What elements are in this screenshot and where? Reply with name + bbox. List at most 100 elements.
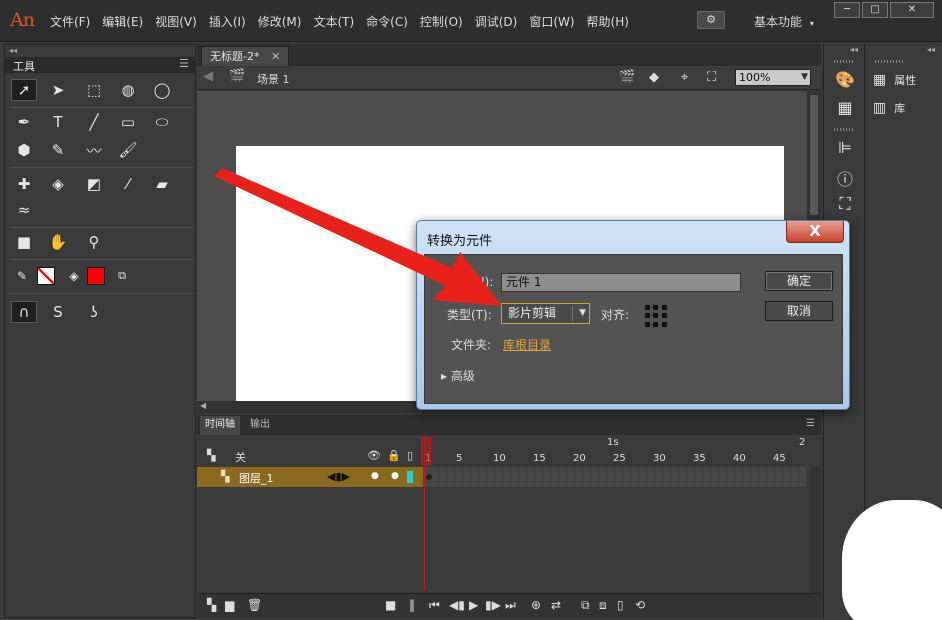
eyedropper-tool-icon[interactable]: ⁄ <box>115 173 141 195</box>
registration-point[interactable] <box>661 313 667 319</box>
registration-point[interactable] <box>645 313 650 319</box>
free-transform-tool-icon[interactable]: ⬚ <box>81 79 107 101</box>
collapse-icon[interactable]: ◂◂ <box>850 45 858 54</box>
keyframe-nav-icon[interactable]: ◀▮▶ <box>327 470 350 483</box>
stroke-color-icon[interactable]: ✎ <box>9 265 35 287</box>
lock-dot[interactable]: ● <box>391 471 399 481</box>
registration-point[interactable] <box>653 321 659 327</box>
go-first-frame-icon[interactable]: ⏮ <box>429 598 440 613</box>
dialog-close-button[interactable]: X <box>786 221 844 243</box>
lasso-tool-icon[interactable]: ◯ <box>149 79 175 101</box>
ink-bottle-tool-icon[interactable]: ◩ <box>81 173 107 195</box>
center-frame-icon[interactable]: ⊕ <box>531 598 541 612</box>
pen-tool-icon[interactable]: ✒ <box>11 111 37 133</box>
swatches-icon[interactable]: ▦ <box>835 98 855 117</box>
modify-markers-icon[interactable]: ⟲ <box>635 598 645 612</box>
swap-colors-icon[interactable]: ⧉ <box>109 265 135 287</box>
menu-text[interactable]: 文本(T) <box>307 13 360 30</box>
registration-point[interactable] <box>653 305 659 310</box>
align-icon[interactable]: ⊫ <box>835 138 855 157</box>
stroke-color-swatch[interactable] <box>37 267 55 285</box>
close-window-button[interactable]: ✕ <box>890 2 934 18</box>
onion-marker-icon[interactable]: ‖ <box>409 598 415 612</box>
panel-grip[interactable] <box>834 60 854 63</box>
scrollbar-thumb[interactable] <box>810 95 818 215</box>
symbol-type-select[interactable]: 影片剪辑 ▼ <box>501 303 590 324</box>
frame-ruler[interactable]: 1s 2 1 5 10 15 20 25 30 35 40 45 <box>423 435 807 467</box>
ok-button[interactable]: 确定 <box>765 271 833 291</box>
menu-help[interactable]: 帮助(H) <box>581 13 635 30</box>
zoom-select[interactable]: 100% ▼ <box>735 69 811 86</box>
onion-skin-icon[interactable]: ⧉ <box>581 598 590 613</box>
3d-rotation-tool-icon[interactable]: ◍ <box>115 79 141 101</box>
onion-outline-icon[interactable]: ⧈ <box>599 598 607 613</box>
panel-menu-icon[interactable]: ☰ <box>179 57 189 70</box>
close-icon[interactable]: ✕ <box>271 50 280 63</box>
go-last-frame-icon[interactable]: ⏭ <box>505 598 516 613</box>
selection-tool-icon[interactable]: ➚ <box>11 79 37 101</box>
folder-link[interactable]: 库根目录 <box>503 336 551 353</box>
cancel-button[interactable]: 取消 <box>765 301 833 321</box>
color-palette-icon[interactable]: 🎨 <box>835 70 855 89</box>
fill-color-swatch[interactable] <box>87 267 105 285</box>
symbol-name-input[interactable]: 元件 1 <box>501 273 741 292</box>
registration-point[interactable] <box>661 321 667 327</box>
fill-color-icon[interactable]: ◈ <box>61 265 87 287</box>
eraser-tool-icon[interactable]: ▰ <box>149 173 175 195</box>
menu-modify[interactable]: 修改(M) <box>252 13 308 30</box>
edit-symbols-icon[interactable]: ◆ <box>649 70 659 85</box>
bone-tool-icon[interactable]: ✚ <box>11 173 37 195</box>
menu-file[interactable]: 文件(F) <box>44 13 96 30</box>
camera-tool-icon[interactable]: ■ <box>11 231 37 253</box>
menu-window[interactable]: 窗口(W) <box>523 13 580 30</box>
document-tab[interactable]: 无标题-2* ✕ <box>201 46 290 66</box>
panel-grip[interactable] <box>834 128 854 131</box>
menu-debug[interactable]: 调试(D) <box>469 13 524 30</box>
hand-tool-icon[interactable]: ✋ <box>45 231 71 253</box>
menu-control[interactable]: 控制(O) <box>414 13 469 30</box>
subselection-tool-icon[interactable]: ➤ <box>45 79 71 101</box>
transform-icon[interactable]: ⛶ <box>835 194 855 214</box>
panel-menu-icon[interactable]: ☰ <box>806 418 815 429</box>
oval-tool-icon[interactable]: ⬭ <box>149 111 175 133</box>
paint-brush-tool-icon[interactable]: 🖌 <box>115 139 141 161</box>
straighten-icon[interactable]: ʖ <box>81 301 107 323</box>
zoom-tool-icon[interactable]: ⚲ <box>81 231 107 253</box>
panel-grip[interactable] <box>875 60 905 63</box>
smooth-icon[interactable]: S <box>45 301 71 323</box>
delete-icon[interactable]: 🗑 <box>247 598 262 612</box>
back-arrow-icon[interactable]: ◀ <box>203 69 213 84</box>
width-tool-icon[interactable]: ≈ <box>11 199 37 221</box>
menu-commands[interactable]: 命令(C) <box>360 13 414 30</box>
snap-to-objects-icon[interactable]: ∩ <box>11 301 37 323</box>
collapse-icon[interactable]: ◂◂ <box>9 46 17 55</box>
registration-point[interactable] <box>645 321 650 327</box>
text-tool-icon[interactable]: T <box>45 111 71 133</box>
outline-icon[interactable]: ▯ <box>407 449 413 462</box>
line-tool-icon[interactable]: ╱ <box>81 111 107 133</box>
menu-edit[interactable]: 编辑(E) <box>96 13 149 30</box>
step-back-icon[interactable]: ◀▮ <box>449 598 465 612</box>
visibility-dot[interactable]: ● <box>371 471 379 481</box>
maximize-button[interactable]: □ <box>862 2 888 18</box>
loop-icon[interactable]: ⇄ <box>551 598 561 612</box>
minimize-button[interactable]: ─ <box>834 2 860 18</box>
eye-icon[interactable]: 👁 <box>367 449 381 462</box>
menu-insert[interactable]: 插入(I) <box>203 13 252 30</box>
clip-content-icon[interactable]: ⛶ <box>707 70 716 85</box>
workspace-switcher[interactable]: 基本功能 ▾ <box>754 13 814 30</box>
info-icon[interactable]: ⓘ <box>835 166 855 190</box>
play-icon[interactable]: ▶ <box>469 598 478 612</box>
new-folder-icon[interactable]: ▆ <box>225 598 234 612</box>
layer-row[interactable]: ▚ 图层_1 ◀▮▶ ● ● <box>197 467 423 487</box>
registration-grid[interactable] <box>645 305 667 327</box>
edit-multiple-frames-icon[interactable]: ▯ <box>617 598 624 612</box>
lock-icon[interactable]: 🔒 <box>387 449 401 462</box>
collapse-icon[interactable]: ◂◂ <box>927 45 935 54</box>
sync-settings-button[interactable]: ⚙ <box>697 11 725 29</box>
properties-panel-button[interactable]: ▦ 属性 <box>873 72 916 88</box>
brush-tool-icon[interactable]: 〰 <box>81 139 107 161</box>
center-stage-icon[interactable]: ⌖ <box>681 70 688 85</box>
layer-outline-color[interactable] <box>407 471 413 483</box>
advanced-toggle[interactable]: ▸ 高级 <box>441 367 475 384</box>
